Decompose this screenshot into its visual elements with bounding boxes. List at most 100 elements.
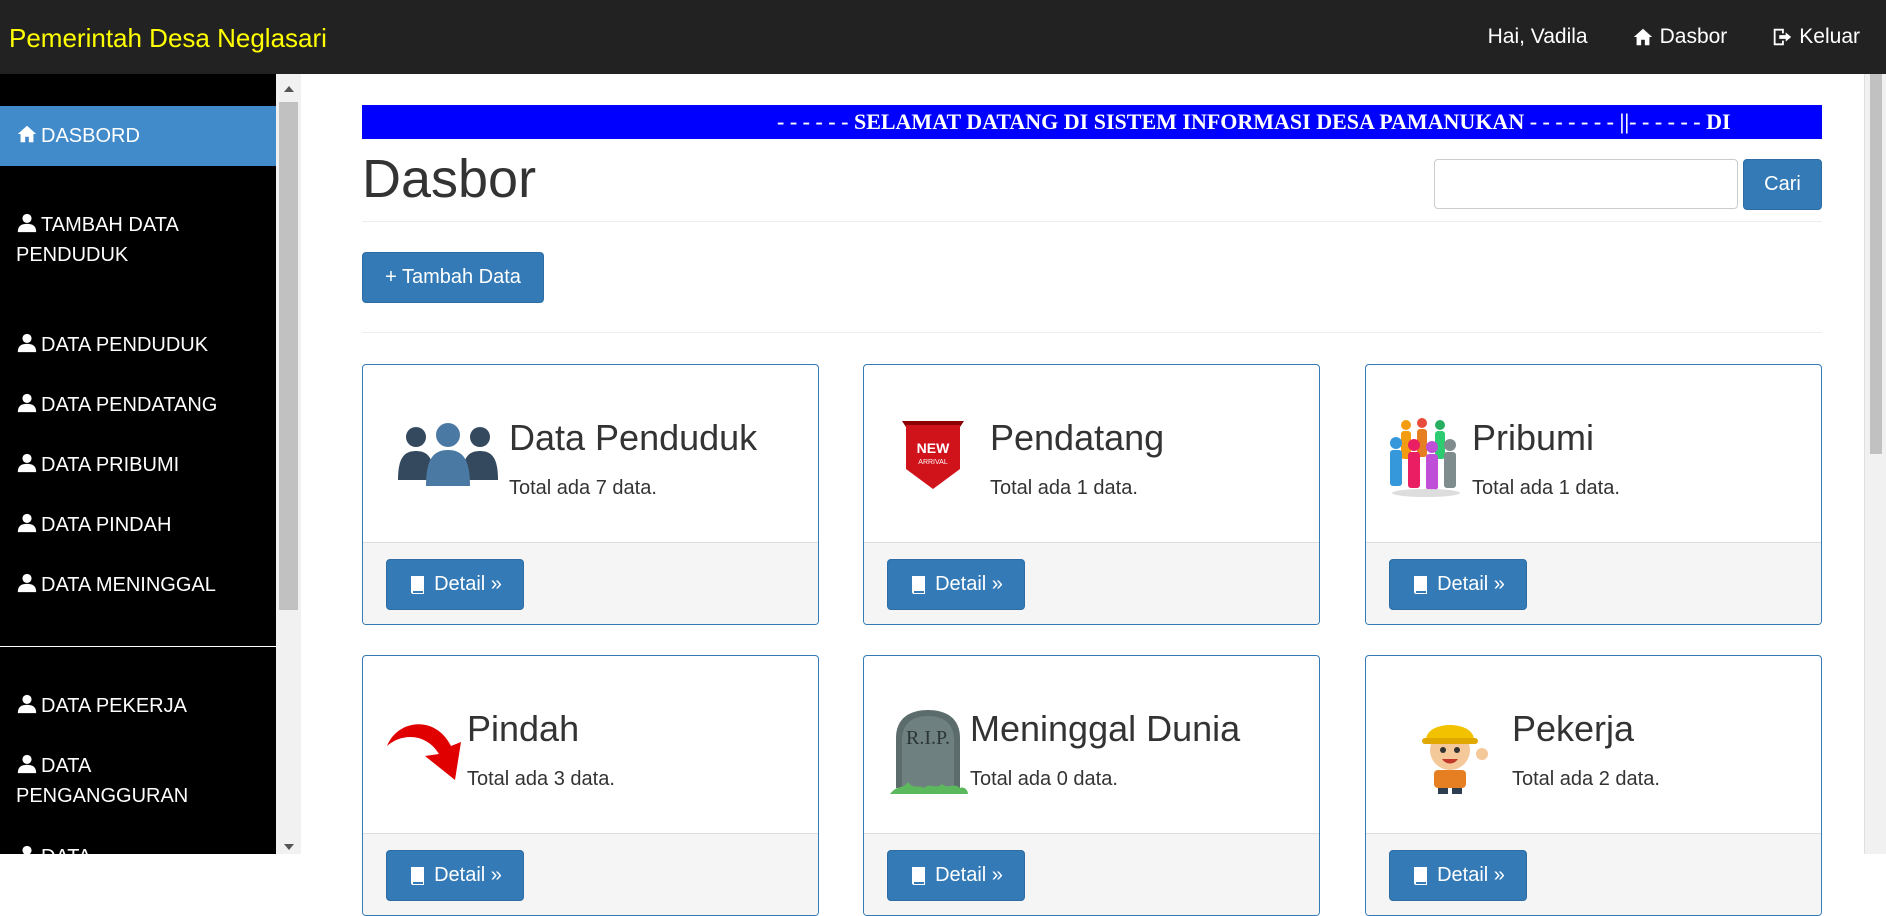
search-input[interactable] — [1434, 159, 1738, 209]
user-icon — [17, 333, 37, 353]
dasbor-link[interactable]: Dasbor — [1632, 25, 1728, 49]
greeting-text: Hai, Vadila — [1488, 25, 1588, 49]
svg-text:NEW: NEW — [917, 440, 950, 456]
add-data-button[interactable]: + Tambah Data — [362, 252, 544, 303]
card-title: Pribumi — [1472, 417, 1595, 458]
sidebar-item-data-pendatang[interactable]: DATA PENDATANG — [0, 390, 276, 420]
card-meninggal-dunia: R.I.P. Meninggal Dunia Total ada 0 data.… — [863, 655, 1320, 916]
book-icon — [411, 866, 425, 885]
card-pendatang: NEW ARRIVAL Pendatang Total ada 1 data. … — [863, 364, 1320, 625]
detail-label: Detail » — [1437, 864, 1505, 886]
welcome-marquee: - - - - - - SELAMAT DATANG DI SISTEM INF… — [362, 105, 1822, 139]
user-icon — [17, 513, 37, 533]
book-icon — [912, 575, 926, 594]
card-data-penduduk: Data Penduduk Total ada 7 data. Detail » — [362, 364, 819, 625]
book-icon — [912, 866, 926, 885]
crowd-colorful-icon — [1390, 418, 1460, 497]
brand-title[interactable]: Pemerintah Desa Neglasari — [9, 23, 327, 54]
book-icon — [1414, 866, 1428, 885]
divider — [362, 221, 1822, 222]
card-count: Total ada 2 data. — [1512, 768, 1660, 790]
construction-worker-icon — [1422, 725, 1488, 794]
user-icon — [22, 845, 32, 854]
card-body: Pribumi Total ada 1 data. — [1366, 365, 1821, 542]
user-icon — [17, 694, 37, 714]
card-footer: Detail » — [363, 833, 818, 915]
user-icon — [17, 453, 37, 473]
card-body: NEW ARRIVAL Pendatang Total ada 1 data. — [864, 365, 1319, 542]
sidebar-item-label: DATA PRIBUMI — [41, 454, 180, 476]
detail-button[interactable]: Detail » — [386, 850, 524, 901]
card-footer: Detail » — [1366, 833, 1821, 915]
sidebar-item-label: DATA PEKERJA — [41, 695, 187, 717]
card-pekerja: Pekerja Total ada 2 data. Detail » — [1365, 655, 1822, 916]
detail-button[interactable]: Detail » — [1389, 559, 1527, 610]
sidebar-item-label: DATA MENINGGAL — [41, 574, 216, 596]
card-body: Pindah Total ada 3 data. — [363, 656, 818, 833]
logout-link[interactable]: Keluar — [1771, 25, 1860, 49]
sidebar-item-data-penduduk[interactable]: DATA PENDUDUK — [0, 330, 276, 360]
detail-button[interactable]: Detail » — [887, 850, 1025, 901]
logout-link-label: Keluar — [1799, 25, 1860, 48]
detail-label: Detail » — [935, 864, 1003, 886]
book-icon — [411, 575, 425, 594]
page-scroll-thumb[interactable] — [1870, 74, 1882, 454]
sidebar-item-data-meninggal[interactable]: DATA MENINGGAL — [0, 570, 276, 600]
sidebar-item-label: DASBORD — [41, 125, 140, 147]
detail-label: Detail » — [434, 573, 502, 595]
detail-button[interactable]: Detail » — [1389, 850, 1527, 901]
sidebar-item-data-pindah[interactable]: DATA PINDAH — [0, 510, 276, 540]
card-count: Total ada 3 data. — [467, 768, 615, 790]
page-scrollbar[interactable] — [1864, 74, 1886, 854]
home-icon — [1633, 28, 1652, 46]
card-title: Data Penduduk — [509, 417, 758, 458]
people-group-icon — [398, 423, 498, 486]
card-title: Pekerja — [1512, 708, 1635, 749]
sidebar-item-label: DATA PENDATANG — [41, 394, 218, 416]
search-button[interactable]: Cari — [1743, 159, 1822, 210]
page-title: Dasbor — [362, 149, 537, 209]
detail-label: Detail » — [434, 864, 502, 886]
scroll-down-arrow-icon[interactable] — [284, 844, 294, 850]
user-icon — [17, 573, 37, 593]
logout-icon — [1774, 28, 1792, 46]
card-title: Meninggal Dunia — [970, 708, 1241, 749]
card-count: Total ada 7 data. — [509, 477, 657, 499]
sidebar-item-label: DATA PINDAH — [41, 514, 172, 536]
detail-label: Detail » — [1437, 573, 1505, 595]
card-pindah: Pindah Total ada 3 data. Detail » — [362, 655, 819, 916]
detail-button[interactable]: Detail » — [386, 559, 524, 610]
greeting-label: Hai, Vadila — [1487, 25, 1588, 48]
card-count: Total ada 0 data. — [970, 768, 1118, 790]
sidebar-item-tambah-data-penduduk[interactable]: TAMBAH DATA PENDUDUK — [0, 210, 276, 270]
card-title: Pindah — [467, 708, 580, 749]
card-title: Pendatang — [990, 417, 1165, 458]
sidebar-item-data-pengangguran[interactable]: DATA PENGANGGURAN — [0, 751, 276, 811]
new-arrival-ribbon-icon: NEW ARRIVAL — [902, 421, 964, 489]
sidebar-scroll-thumb[interactable] — [279, 102, 298, 610]
sidebar: DASBORD TAMBAH DATA PENDUDUK DATA PENDUD… — [0, 74, 276, 854]
scroll-up-arrow-icon[interactable] — [284, 86, 294, 92]
divider — [362, 332, 1822, 333]
card-count: Total ada 1 data. — [990, 477, 1138, 499]
curved-arrow-icon — [387, 724, 461, 780]
dasbor-link-label: Dasbor — [1659, 25, 1728, 48]
svg-text:R.I.P.: R.I.P. — [906, 727, 950, 749]
sidebar-divider — [0, 646, 276, 647]
sidebar-item-dasbord[interactable]: DASBORD — [0, 106, 276, 166]
user-icon — [17, 213, 37, 233]
sidebar-item-data-pribumi[interactable]: DATA PRIBUMI — [0, 450, 276, 480]
svg-text:ARRIVAL: ARRIVAL — [918, 459, 948, 466]
home-icon — [17, 125, 37, 143]
card-footer: Detail » — [864, 542, 1319, 624]
navbar-right: Hai, Vadila Dasbor Keluar — [1488, 0, 1860, 74]
sidebar-item-data[interactable]: DATA — [0, 842, 276, 854]
rip-tombstone-icon: R.I.P. — [890, 710, 968, 794]
sidebar-item-data-pekerja[interactable]: DATA PEKERJA — [0, 691, 276, 721]
sidebar-scrollbar[interactable] — [276, 74, 301, 854]
sidebar-item-label: TAMBAH DATA PENDUDUK — [16, 214, 178, 266]
detail-button[interactable]: Detail » — [887, 559, 1025, 610]
card-body: R.I.P. Meninggal Dunia Total ada 0 data. — [864, 656, 1319, 833]
book-icon — [1414, 575, 1428, 594]
detail-label: Detail » — [935, 573, 1003, 595]
